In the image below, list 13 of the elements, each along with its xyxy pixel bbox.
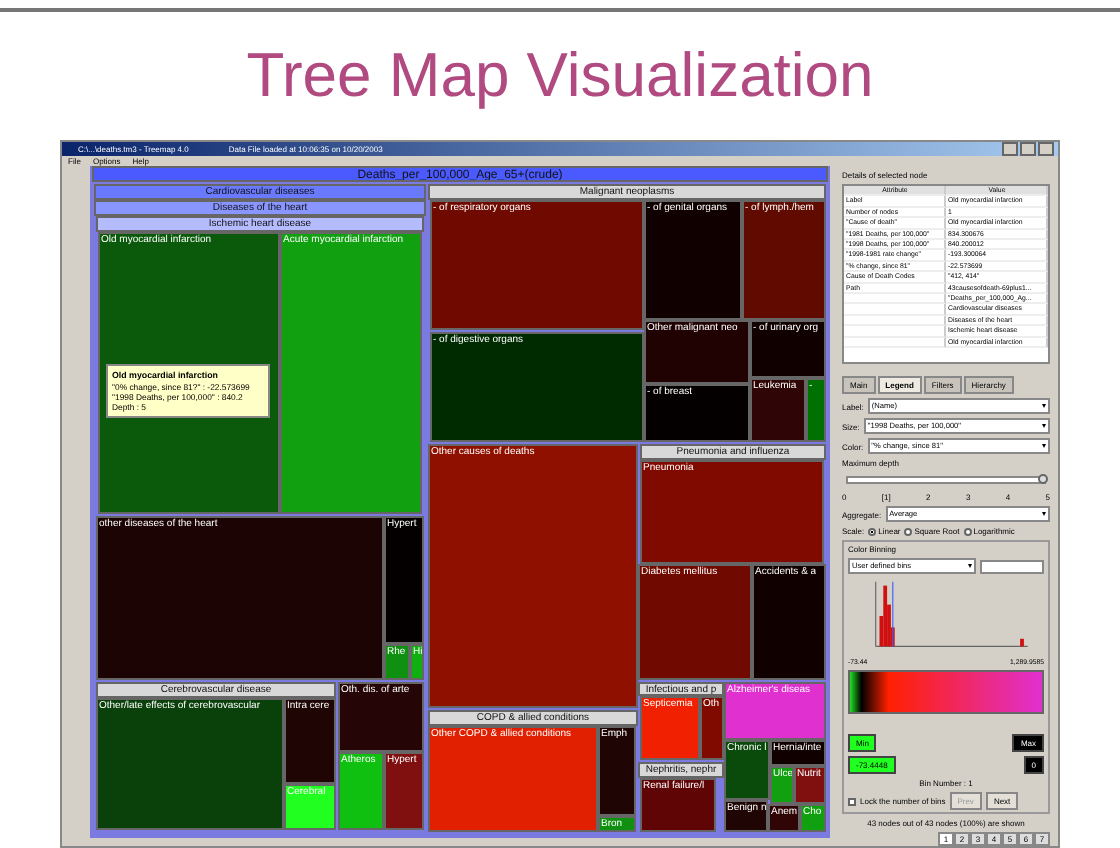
caret-icon (968, 564, 972, 568)
slide-title: Tree Map Visualization (244, 38, 876, 114)
caret-icon (1042, 444, 1046, 448)
checkbox[interactable] (848, 797, 856, 805)
caret-icon (1042, 424, 1046, 428)
radio-button[interactable] (963, 527, 972, 535)
caret-icon (1042, 404, 1046, 408)
caret-icon (1042, 512, 1046, 516)
depth-slider[interactable] (846, 476, 1046, 484)
radio-button[interactable] (868, 527, 877, 535)
slider-thumb[interactable] (1038, 474, 1048, 484)
spinner-field[interactable] (980, 559, 1044, 573)
radio-button[interactable] (904, 527, 913, 535)
